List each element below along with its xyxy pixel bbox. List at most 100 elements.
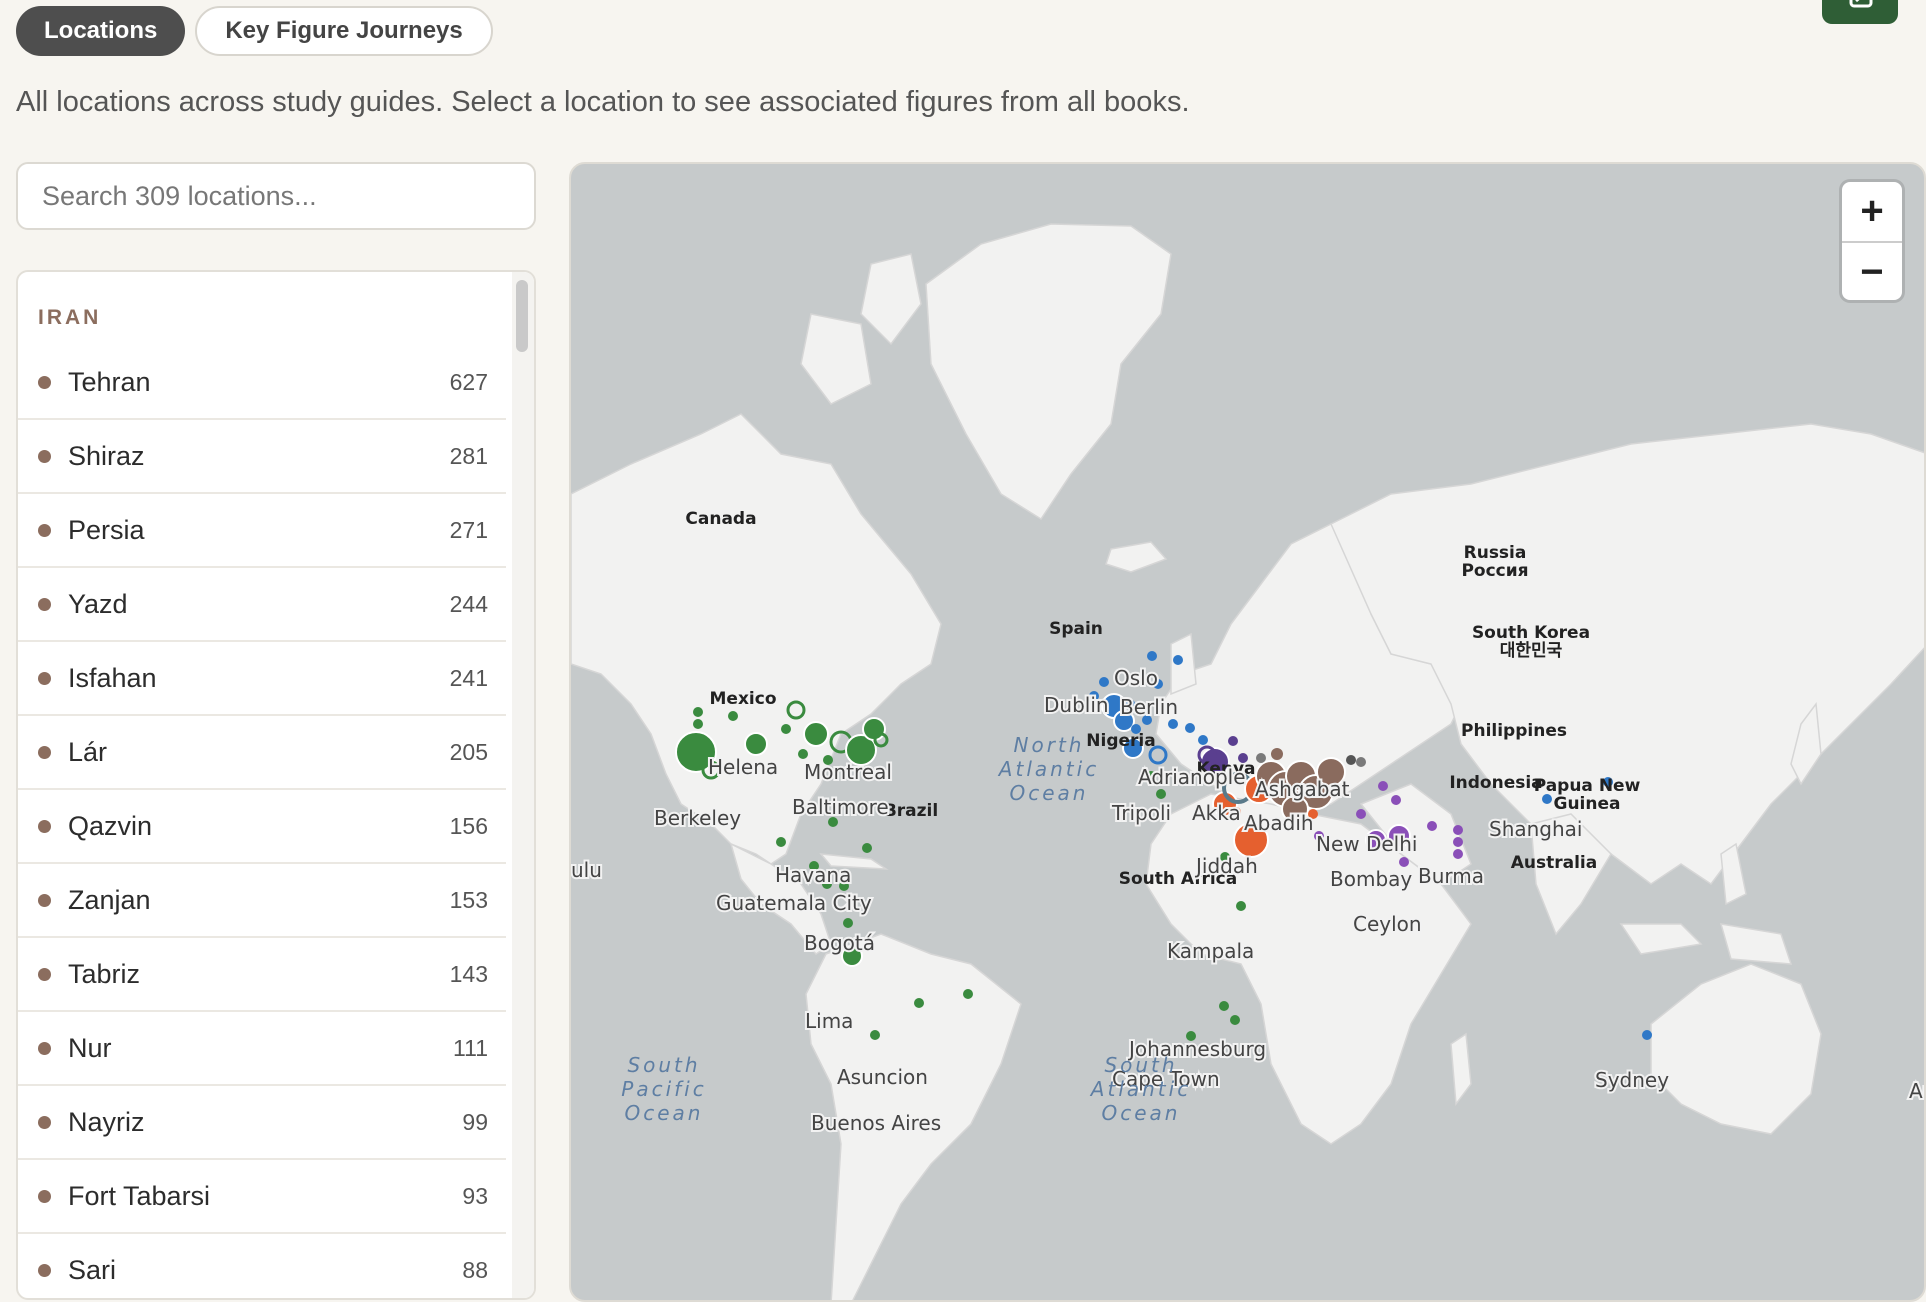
- tab-locations[interactable]: Locations: [16, 6, 186, 56]
- marker-punjab[interactable]: [1378, 781, 1388, 791]
- marker-great-lakes[interactable]: [803, 721, 829, 747]
- marker-budapest[interactable]: [1185, 723, 1195, 733]
- location-name: Nur: [68, 1032, 112, 1063]
- label-australia: Australia: [1511, 853, 1598, 873]
- zoom-in-button[interactable]: +: [1842, 182, 1902, 243]
- marker-vienna[interactable]: [1168, 719, 1178, 729]
- location-name: Zanjan: [68, 884, 151, 915]
- label-au: Au: [1909, 1079, 1926, 1103]
- marker-zimbabwe[interactable]: [1219, 1001, 1229, 1011]
- marker-mexico[interactable]: [776, 837, 786, 847]
- marker-panama[interactable]: [843, 918, 853, 928]
- world-map[interactable]: Canada Russia Россия Mexico Spain Brazil…: [569, 162, 1926, 1302]
- marker-stockholm[interactable]: [1173, 655, 1183, 665]
- list-item[interactable]: Tabriz 143: [18, 938, 506, 1012]
- label-ulu: ulu: [571, 858, 602, 882]
- marker-india-1[interactable]: [1356, 809, 1366, 819]
- marker-burma-2[interactable]: [1453, 837, 1463, 847]
- marker-calcutta[interactable]: [1427, 821, 1437, 831]
- list-item[interactable]: Sari 88: [18, 1234, 506, 1298]
- land-baffin: [800, 313, 872, 405]
- list-item[interactable]: Nayriz 99: [18, 1086, 506, 1160]
- label-bombay: Bombay: [1330, 867, 1412, 891]
- list-item[interactable]: Fort Tabarsi 93: [18, 1160, 506, 1234]
- marker-johannesburg[interactable]: [1230, 1015, 1240, 1025]
- map-canvas[interactable]: Canada Russia Россия Mexico Spain Brazil…: [571, 164, 1926, 1302]
- location-dot: [38, 523, 51, 537]
- marker-caucasus[interactable]: [1228, 736, 1238, 746]
- marker-burma-1[interactable]: [1453, 825, 1463, 835]
- marker-caribbean[interactable]: [862, 843, 872, 853]
- zoom-out-button[interactable]: −: [1842, 243, 1902, 302]
- marker-kenya[interactable]: [1236, 901, 1246, 911]
- marker-east-1[interactable]: [781, 724, 791, 734]
- location-count: 244: [449, 590, 488, 617]
- label-berkeley: Berkeley: [654, 806, 741, 830]
- list-scrollbar[interactable]: [512, 272, 534, 1298]
- marker-midwest[interactable]: [744, 732, 768, 756]
- marker-brazil[interactable]: [914, 998, 924, 1008]
- marker-britain[interactable]: [1099, 677, 1109, 687]
- label-png-1: Papua New: [1534, 776, 1641, 796]
- list-item[interactable]: Tehran 627: [18, 346, 506, 420]
- scroll-thumb[interactable]: [516, 280, 528, 352]
- location-count: 99: [462, 1108, 488, 1135]
- label-north-atlantic-2: Atlantic: [997, 757, 1099, 781]
- label-shanghai: Shanghai: [1489, 817, 1583, 841]
- land-new-guinea: [1719, 923, 1793, 965]
- land-britain: [1170, 632, 1197, 696]
- label-burma: Burma: [1418, 864, 1484, 888]
- marker-sydney[interactable]: [1642, 1030, 1652, 1040]
- location-count: 156: [449, 812, 488, 839]
- list-item[interactable]: Yazd 244: [18, 568, 506, 642]
- marker-zanjan[interactable]: [1271, 748, 1283, 760]
- location-count: 281: [449, 442, 488, 469]
- location-dot: [38, 1115, 51, 1129]
- label-south-korea-native: 대한민국: [1500, 641, 1563, 661]
- label-south-pacific-1: South: [627, 1053, 700, 1077]
- location-name: Nayriz: [68, 1106, 145, 1137]
- list-item[interactable]: Isfahan 241: [18, 642, 506, 716]
- tab-key-figure-journeys[interactable]: Key Figure Journeys: [195, 6, 493, 56]
- location-search-input[interactable]: [16, 162, 536, 230]
- marker-central-asia[interactable]: [1356, 757, 1366, 767]
- list-item[interactable]: Shiraz 281: [18, 420, 506, 494]
- list-item[interactable]: Nur 111: [18, 1012, 506, 1086]
- location-count: 111: [453, 1034, 488, 1061]
- marker-caspian[interactable]: [1256, 753, 1266, 763]
- marker-asuncion[interactable]: [870, 1030, 880, 1040]
- location-dot: [38, 1263, 51, 1277]
- list-item[interactable]: Qazvin 156: [18, 790, 506, 864]
- label-indonesia: Indonesia: [1449, 773, 1542, 793]
- marker-new-york[interactable]: [862, 717, 886, 741]
- label-abadih: Abadih: [1244, 811, 1314, 835]
- marker-west-1[interactable]: [693, 719, 703, 729]
- list-item[interactable]: Persia 271: [18, 494, 506, 568]
- label-ceylon: Ceylon: [1353, 912, 1422, 936]
- edit-button[interactable]: [1822, 0, 1898, 24]
- location-dot: [38, 893, 51, 907]
- list-item[interactable]: Lár 205: [18, 716, 506, 790]
- marker-ashgabat[interactable]: [1346, 755, 1356, 765]
- list-item[interactable]: Zanjan 153: [18, 864, 506, 938]
- location-name: Lár: [68, 736, 108, 767]
- marker-bombay[interactable]: [1399, 857, 1409, 867]
- land-indonesia: [1619, 923, 1703, 955]
- marker-east-2[interactable]: [798, 749, 808, 759]
- location-dot: [38, 1189, 51, 1203]
- marker-burma-3[interactable]: [1453, 849, 1463, 859]
- marker-tunis[interactable]: [1156, 789, 1166, 799]
- marker-oslo[interactable]: [1147, 651, 1157, 661]
- marker-west-3[interactable]: [728, 711, 738, 721]
- location-name: Persia: [68, 514, 145, 545]
- label-russia: Russia: [1464, 543, 1527, 563]
- marker-recife[interactable]: [963, 989, 973, 999]
- marker-west-2[interactable]: [693, 707, 703, 717]
- location-count: 627: [449, 368, 488, 395]
- location-count: 241: [449, 664, 488, 691]
- label-adrianople: Adrianople: [1138, 765, 1246, 789]
- marker-lahore[interactable]: [1391, 795, 1401, 805]
- label-asuncion: Asuncion: [837, 1065, 928, 1089]
- marker-balkans[interactable]: [1198, 735, 1208, 745]
- location-dot: [38, 597, 51, 611]
